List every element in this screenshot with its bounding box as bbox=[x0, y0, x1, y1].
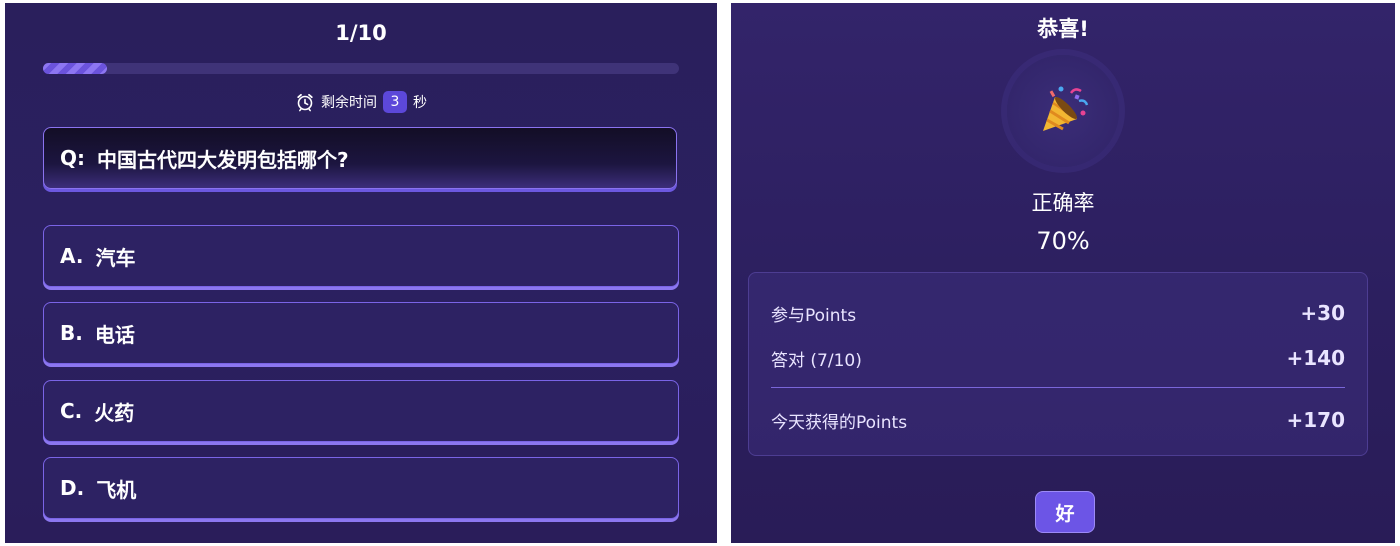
divider bbox=[771, 387, 1345, 388]
option-b-button[interactable]: B. 电话 bbox=[43, 302, 679, 364]
option-letter: B. bbox=[60, 321, 83, 345]
points-row-participation: 参与Points +30 bbox=[771, 299, 1345, 327]
result-panel: 恭喜! 正确率 70% 参与Points +30 答对 (7/10) +140 bbox=[731, 3, 1395, 543]
row-label: 参与Points bbox=[771, 305, 857, 326]
option-letter: A. bbox=[60, 244, 84, 268]
option-text: 电话 bbox=[94, 322, 135, 347]
accuracy-value: 70% bbox=[1036, 227, 1090, 255]
option-text: 汽车 bbox=[95, 245, 136, 270]
row-value: +140 bbox=[1286, 346, 1345, 370]
points-row-total: 今天获得的Points +170 bbox=[771, 406, 1345, 434]
timer-unit: 秒 bbox=[413, 95, 427, 111]
row-value: +30 bbox=[1300, 301, 1345, 325]
timer-label: 剩余时间 bbox=[321, 95, 377, 111]
points-row-correct: 答对 (7/10) +140 bbox=[771, 344, 1345, 372]
party-popper-icon bbox=[1043, 86, 1089, 131]
quiz-panel: 1/10 剩余时间 3 秒 Q: 中国古代四大发明包括哪个? A. 汽车 B. … bbox=[5, 3, 717, 543]
progress-fill bbox=[43, 63, 107, 74]
option-letter: C. bbox=[60, 399, 83, 423]
total-value: +170 bbox=[1286, 408, 1345, 432]
option-text: 飞机 bbox=[96, 477, 137, 502]
option-c-button[interactable]: C. 火药 bbox=[43, 380, 679, 442]
question-box: Q: 中国古代四大发明包括哪个? bbox=[43, 127, 677, 189]
option-text: 火药 bbox=[94, 400, 135, 425]
result-title: 恭喜! bbox=[1037, 17, 1089, 41]
row-label: 答对 (7/10) bbox=[771, 350, 862, 371]
question-counter: 1/10 bbox=[335, 21, 387, 45]
question-text: 中国古代四大发明包括哪个? bbox=[97, 147, 349, 172]
accuracy-label: 正确率 bbox=[1031, 191, 1095, 215]
party-badge bbox=[1007, 55, 1119, 167]
timer: 剩余时间 3 秒 bbox=[5, 91, 717, 113]
timer-seconds: 3 bbox=[383, 91, 407, 113]
ok-button[interactable]: 好 bbox=[1035, 491, 1095, 533]
points-card: 参与Points +30 答对 (7/10) +140 今天获得的Points … bbox=[748, 272, 1368, 456]
question-prefix: Q: bbox=[60, 146, 85, 170]
total-label: 今天获得的Points bbox=[771, 412, 908, 433]
progress-bar bbox=[43, 63, 679, 74]
option-d-button[interactable]: D. 飞机 bbox=[43, 457, 679, 519]
alarm-clock-icon bbox=[297, 93, 313, 112]
option-a-button[interactable]: A. 汽车 bbox=[43, 225, 679, 287]
option-letter: D. bbox=[60, 476, 85, 500]
